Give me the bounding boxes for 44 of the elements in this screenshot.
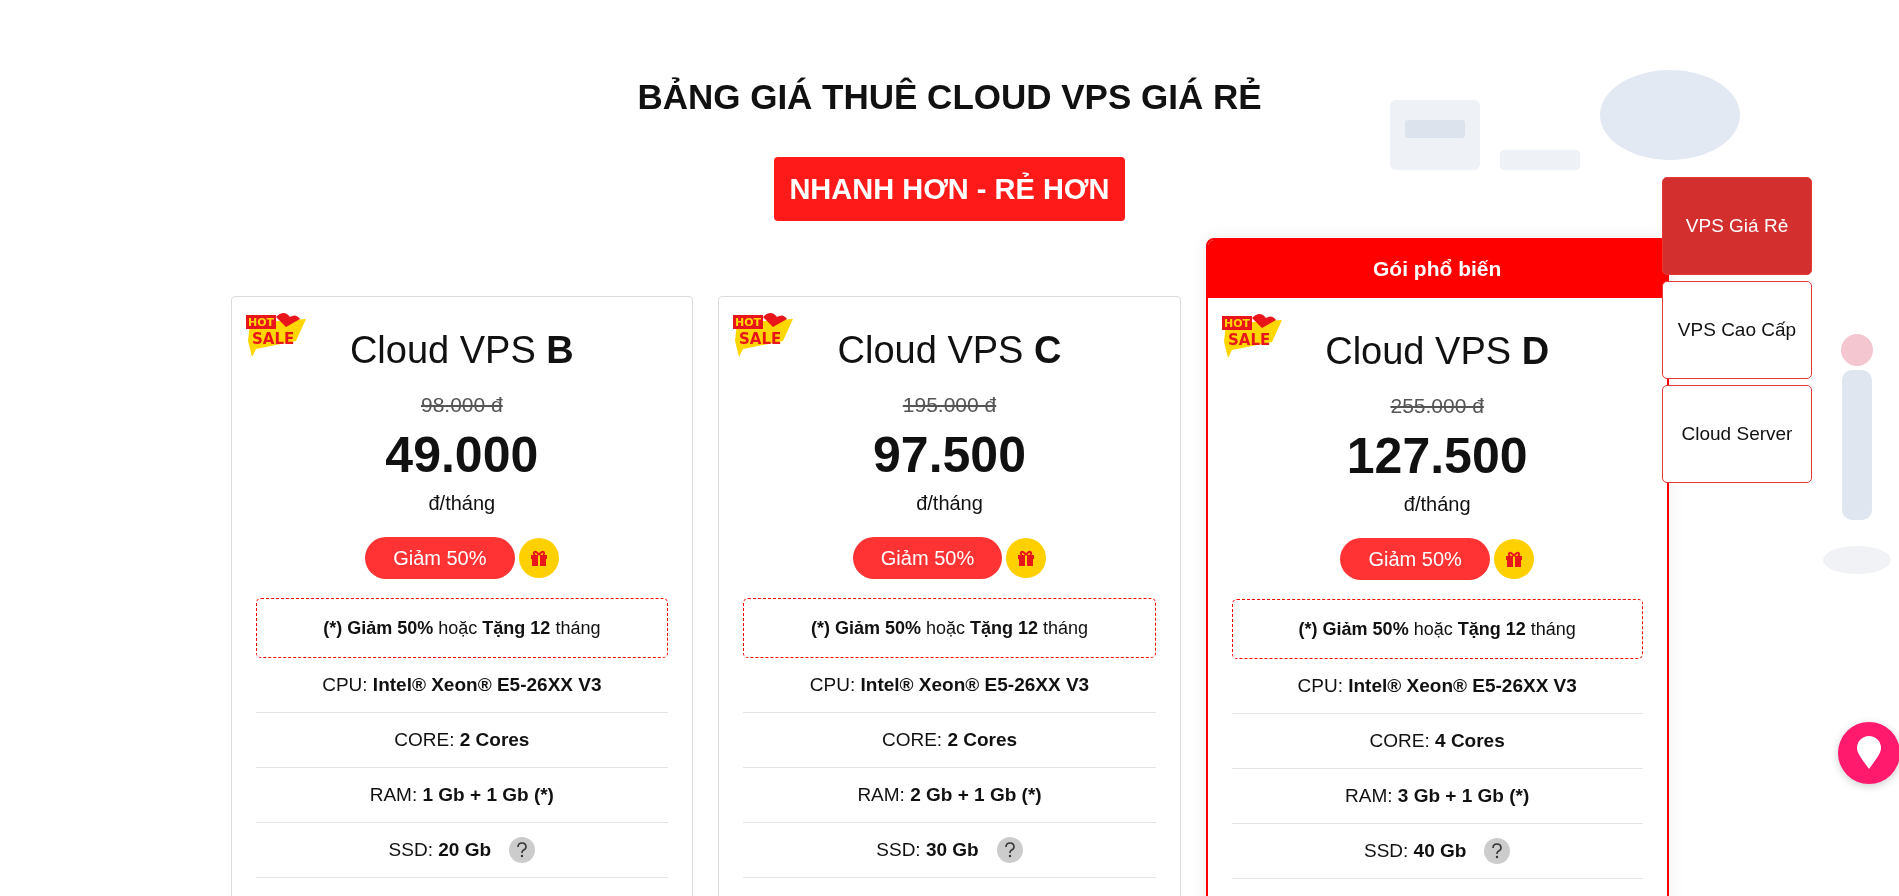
plan-price: 49.000 (384, 426, 540, 485)
plan-name: Cloud VPS B (349, 328, 574, 373)
slogan-banner: NHANH HƠN - RẺ HƠN (774, 157, 1125, 221)
spec-text: RAM: 1 Gb + 1 Gb (*) (369, 784, 554, 806)
price-unit: đ/tháng (915, 491, 984, 516)
category-tab[interactable]: Cloud Server (1662, 385, 1812, 483)
page-heading: BẢNG GIÁ THUÊ CLOUD VPS GIÁ RẺ (636, 76, 1263, 118)
plan-name: Cloud VPS C (837, 328, 1062, 373)
plan-name: Cloud VPS D (1325, 329, 1550, 374)
spec-text: SSD: 40 Gb (1363, 840, 1467, 862)
spec-text: CPU: Intel® Xeon® E5-26XX V3 (322, 674, 602, 696)
price-unit: đ/tháng (427, 491, 497, 516)
location-button[interactable] (1838, 722, 1899, 784)
help-icon[interactable] (509, 837, 536, 863)
category-tab[interactable]: VPS Giá Rẻ (1662, 177, 1812, 275)
price-unit: đ/tháng (1402, 492, 1472, 517)
spec-text: RAM: 3 Gb + 1 Gb (*) (1345, 785, 1530, 807)
spec-text: CPU: Intel® Xeon® E5-26XX V3 (1297, 675, 1577, 697)
gift-icon[interactable] (518, 538, 559, 578)
help-icon[interactable] (996, 837, 1023, 863)
gift-icon[interactable] (1006, 538, 1047, 578)
map-pin-icon (1856, 736, 1882, 770)
gift-icon[interactable] (1493, 539, 1534, 579)
discount-button[interactable]: Giảm 50% (365, 537, 515, 579)
plan-price: 97.500 (872, 426, 1027, 485)
help-icon[interactable] (1484, 838, 1511, 864)
old-price: 255.000 đ (1389, 393, 1485, 419)
promo-note: (*) Giảm 50% hoặc Tặng 12 tháng (743, 598, 1156, 658)
discount-button[interactable]: Giảm 50% (1340, 538, 1490, 580)
spec-text: SSD: 20 Gb (388, 839, 492, 861)
popular-plan-header: Gói phổ biến (1207, 240, 1667, 298)
promo-note: (*) Giảm 50% hoặc Tặng 12 tháng (255, 598, 669, 658)
discount-button[interactable]: Giảm 50% (852, 537, 1003, 579)
plan-price: 127.500 (1345, 427, 1529, 486)
spec-text: RAM: 2 Gb + 1 Gb (*) (857, 784, 1042, 806)
spec-text: SSD: 30 Gb (876, 839, 979, 861)
promo-note: (*) Giảm 50% hoặc Tặng 12 tháng (1231, 599, 1643, 659)
spec-text: CORE: 2 Cores (881, 729, 1018, 751)
spec-text: CORE: 4 Cores (1369, 730, 1505, 752)
spec-text: CORE: 2 Cores (394, 729, 530, 751)
category-tab[interactable]: VPS Cao Cấp (1662, 281, 1812, 379)
old-price: 195.000 đ (901, 392, 998, 418)
old-price: 98.000 đ (419, 392, 504, 418)
spec-text: CPU: Intel® Xeon® E5-26XX V3 (809, 674, 1090, 696)
